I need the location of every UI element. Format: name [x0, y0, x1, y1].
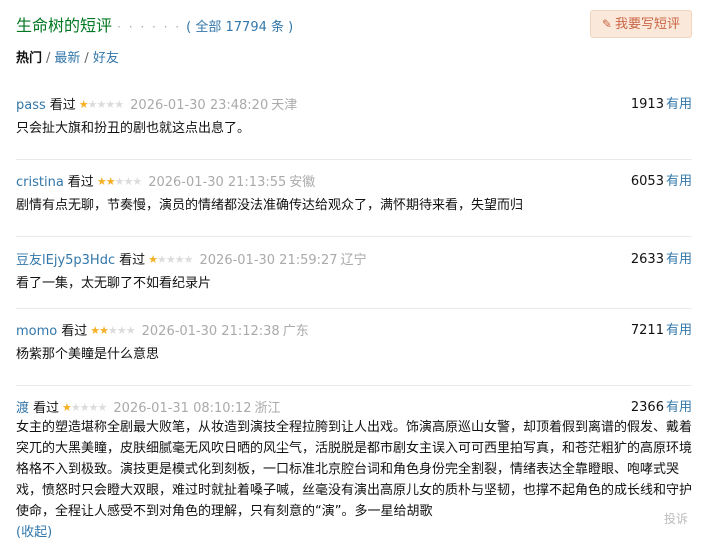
star-empty-icon: ★	[165, 253, 176, 266]
star-filled-icon: ★	[62, 401, 72, 414]
tab-friends[interactable]: 好友	[93, 51, 119, 66]
comment-location: 广东	[282, 324, 309, 339]
all-comments-count-link[interactable]: ( 全部 17794 条 )	[186, 20, 293, 35]
comment-username[interactable]: 豆友lEjy5p3Hdc	[16, 253, 115, 268]
star-empty-icon: ★	[70, 401, 81, 414]
comment-item: momo 看过 ★★★★★ 2026-01-30 21:12:38 广东 7211 有用 …	[16, 322, 692, 386]
useful-button[interactable]: 有用	[666, 174, 692, 189]
star-empty-icon: ★	[132, 175, 142, 188]
star-filled-icon: ★	[99, 324, 109, 337]
useful-votes: 2366 有用	[631, 399, 692, 417]
star-empty-icon: ★	[123, 175, 133, 188]
star-empty-icon: ★	[174, 253, 185, 266]
star-empty-icon: ★	[88, 401, 99, 414]
collapse-link[interactable]: (收起)	[16, 525, 52, 540]
useful-votes: 7211 有用	[631, 322, 692, 340]
report-link[interactable]: 投诉	[664, 510, 688, 527]
useful-button[interactable]: 有用	[666, 252, 692, 267]
comment-time: 2026-01-30 21:59:27	[199, 253, 338, 268]
star-empty-icon: ★	[87, 98, 98, 111]
useful-votes: 2633 有用	[631, 251, 692, 269]
comment-location: 浙江	[254, 401, 281, 416]
comment-item: 渡看过 ★★★★★ 2026-01-31 08:10:12 浙江 2366 有用 女主的…	[16, 399, 692, 543]
comment-body: 女主的塑造堪称全剧最大败笔，从妆造到演技全程拉胯到让人出戏。饰演高原巡山女警，却…	[16, 420, 693, 519]
watched-label: 看过	[33, 401, 60, 416]
rating-stars: ★★★★★	[148, 253, 194, 266]
tab-latest[interactable]: 最新	[54, 51, 80, 66]
comment-meta: 豆友lEjy5p3Hdc 看过 ★★★★★ 2026-01-30 21:59:27 辽宁…	[16, 251, 692, 269]
comment-text: 看了一集，太无聊了不如看纪录片	[16, 276, 212, 291]
useful-votes: 6053 有用	[631, 173, 692, 191]
star-filled-icon: ★	[78, 98, 89, 111]
useful-button[interactable]: 有用	[666, 97, 692, 112]
write-comment-button[interactable]: ✎ 我要写短评	[589, 10, 692, 38]
useful-button[interactable]: 有用	[666, 323, 692, 338]
watched-label: 看过	[49, 98, 76, 113]
star-filled-icon: ★	[148, 253, 158, 266]
useful-button[interactable]: 有用	[666, 400, 692, 415]
comment-text: 杨紫那个美瞳是什么意思	[16, 347, 160, 362]
star-empty-icon: ★	[116, 324, 127, 337]
tab-separator: /	[46, 51, 51, 66]
star-empty-icon: ★	[79, 401, 90, 414]
comment-username[interactable]: 渡	[16, 401, 29, 416]
star-filled-icon: ★	[105, 175, 116, 188]
comment-location: 辽宁	[340, 253, 367, 268]
tab-separator: /	[84, 51, 89, 66]
rating-stars: ★★★★★	[78, 98, 124, 111]
comment-list: pass 看过 ★★★★★ 2026-01-30 23:48:20 天津 1913 有用 …	[16, 83, 692, 543]
comment-location: 天津	[271, 98, 298, 113]
comment-meta: 渡看过 ★★★★★ 2026-01-31 08:10:12 浙江 2366 有用	[16, 399, 692, 417]
rating-stars: ★★★★★	[90, 324, 136, 337]
vote-count: 7211	[630, 323, 664, 338]
comment-username[interactable]: pass	[16, 98, 46, 113]
vote-count: 1913	[630, 97, 664, 112]
write-comment-label: 我要写短评	[614, 17, 680, 32]
comment-meta: cristina 看过 ★★★★★ 2026-01-30 21:13:55 安徽 605…	[16, 173, 692, 191]
rating-stars: ★★★★★	[96, 175, 142, 188]
comment-item: pass 看过 ★★★★★ 2026-01-30 23:48:20 天津 1913 有用 …	[16, 96, 692, 160]
comment-time: 2026-01-30 21:13:55	[148, 175, 287, 190]
watched-label: 看过	[67, 175, 94, 190]
comment-time: 2026-01-30 21:12:38	[141, 324, 280, 339]
tab-hot[interactable]: 热门	[16, 51, 42, 66]
watched-label: 看过	[119, 253, 146, 268]
comment-item: cristina 看过 ★★★★★ 2026-01-30 21:13:55 安徽 605…	[16, 173, 692, 237]
title-dots: · · · · · ·	[117, 20, 182, 34]
vote-count: 6053	[630, 174, 664, 189]
rating-stars: ★★★★★	[62, 401, 108, 414]
vote-count: 2366	[630, 400, 664, 415]
section-title: 生命树的短评 · · · · · · ( 全部 17794 条 )	[16, 12, 293, 36]
pencil-icon: ✎	[601, 17, 612, 31]
comment-text: 女主的塑造堪称全剧最大败笔，从妆造到演技全程拉胯到让人出戏。饰演高原巡山女警，却…	[16, 417, 692, 543]
watched-label: 看过	[61, 324, 88, 339]
star-empty-icon: ★	[157, 253, 167, 266]
star-filled-icon: ★	[90, 324, 100, 337]
section-title-text: 生命树的短评	[16, 16, 113, 35]
comment-text: 只会扯大旗和扮丑的剧也就这点出息了。	[16, 121, 251, 136]
comment-item: 豆友lEjy5p3Hdc 看过 ★★★★★ 2026-01-30 21:59:27 辽宁…	[16, 251, 692, 309]
vote-count: 2633	[630, 252, 664, 267]
star-filled-icon: ★	[96, 175, 107, 188]
comment-meta: pass 看过 ★★★★★ 2026-01-30 23:48:20 天津 1913 有用	[16, 96, 692, 114]
comment-text: 剧情有点无聊，节奏慢，演员的情绪都没法准确传达给观众了，满怀期待来看，失望而归	[16, 198, 524, 213]
comment-username[interactable]: momo	[16, 324, 57, 339]
comment-time: 2026-01-31 08:10:12	[113, 401, 252, 416]
star-empty-icon: ★	[114, 98, 124, 111]
star-empty-icon: ★	[105, 98, 115, 111]
star-empty-icon: ★	[108, 324, 118, 337]
comments-header: 生命树的短评 · · · · · · ( 全部 17794 条 ) ✎ 我要写短评	[16, 9, 708, 39]
comment-username[interactable]: cristina	[16, 175, 64, 190]
sort-tabs: 热门 / 最新 / 好友	[16, 47, 119, 66]
star-empty-icon: ★	[125, 324, 136, 337]
comment-time: 2026-01-30 23:48:20	[130, 98, 269, 113]
star-empty-icon: ★	[97, 401, 108, 414]
useful-votes: 1913 有用	[631, 96, 692, 114]
comment-meta: momo 看过 ★★★★★ 2026-01-30 21:12:38 广东 7211 有用	[16, 322, 692, 340]
star-empty-icon: ★	[183, 253, 194, 266]
comment-location: 安徽	[289, 175, 316, 190]
